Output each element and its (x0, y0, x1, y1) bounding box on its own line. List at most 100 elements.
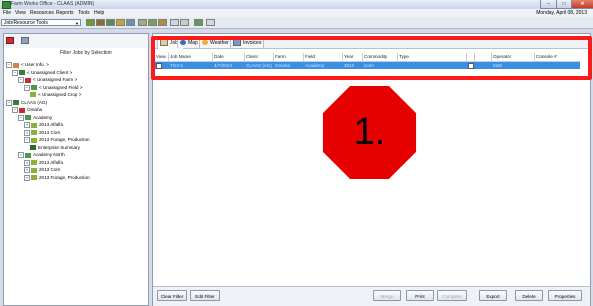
menu-tools[interactable]: Tools (78, 10, 90, 16)
menu-help[interactable]: Help (94, 10, 104, 16)
window-title: Farm Works Office - CLAAS (ADMIN) (11, 1, 95, 7)
tree-node-label: Academy North (33, 152, 65, 158)
tree-node[interactable]: − < Unassigned Field > (24, 84, 83, 91)
tree-node[interactable]: − Omaha (12, 107, 42, 113)
tree-node[interactable]: +2013 Forage, Production (24, 174, 90, 181)
tree-node[interactable]: +2013 Alfalfa (24, 159, 63, 166)
client-icon (13, 100, 19, 105)
expand-icon[interactable]: + (24, 122, 30, 128)
equipment-icon[interactable] (96, 19, 105, 26)
import-icon[interactable] (158, 19, 167, 26)
chart-icon[interactable] (180, 19, 189, 26)
clear-filter-button[interactable]: Clear Filter (157, 290, 187, 301)
merge-button[interactable]: Merge (373, 290, 401, 301)
date-label: Monday, April 08, 2013 (536, 10, 587, 16)
field-icon (25, 152, 31, 158)
tree-node[interactable]: − Academy (18, 114, 53, 121)
collapse-icon[interactable]: − (12, 69, 18, 76)
menu-resources[interactable]: Resources (30, 10, 54, 16)
tree-node-label: CLAAS (AG) (21, 99, 48, 105)
tree-node-label: 2013 Forage, Production (39, 137, 90, 143)
field-icon (25, 115, 31, 120)
maximize-button[interactable]: □ (556, 0, 572, 9)
summary-icon (30, 144, 36, 150)
farm-icon (25, 77, 31, 83)
flag-icon[interactable] (6, 37, 14, 44)
tree-node[interactable]: − Academy North (18, 152, 65, 158)
edit-filter-button[interactable]: Edit Filter (190, 290, 220, 301)
tree-node-label: 2013 Alfalfa (39, 122, 64, 128)
tree-node-label: < Unassigned Field > (39, 84, 83, 90)
expand-icon[interactable]: + (24, 159, 30, 166)
job-tool-icon[interactable] (138, 19, 147, 26)
tree-node[interactable]: − 2013 Forage, Production (24, 137, 90, 143)
tree-node-label: < Unassigned Farm > (33, 77, 78, 83)
menu-file[interactable]: File (3, 10, 11, 16)
expand-icon[interactable]: + (24, 174, 30, 181)
collapse-icon[interactable]: − (12, 107, 18, 113)
tools-dropdown-value: Job/Resource Tools (4, 20, 48, 26)
close-button[interactable]: ✕ (571, 0, 593, 9)
complete-button[interactable]: Complete (437, 290, 467, 301)
crop-icon (31, 175, 37, 180)
crop-icon (31, 137, 37, 143)
tree-node-label: < User Info. > (21, 62, 49, 68)
collapse-icon[interactable]: − (18, 114, 24, 121)
farm-icon (19, 107, 25, 113)
tree-node-label: Omaha (27, 107, 43, 113)
tree-node[interactable]: < Unassigned Crop > (30, 92, 82, 98)
collapse-icon[interactable]: − (6, 99, 12, 106)
tractor-icon[interactable] (86, 19, 95, 26)
left-pane-toolbar (4, 34, 148, 48)
tree-node-label: Enterprise Summary (38, 144, 80, 150)
tree-node[interactable]: Enterprise Summary (30, 145, 80, 150)
close-icon: ✕ (580, 1, 585, 7)
crop-icon (31, 167, 37, 173)
sync-icon[interactable] (194, 19, 203, 26)
expand-icon[interactable]: + (24, 167, 30, 173)
tools-dropdown[interactable]: Job/Resource Tools ▼ (1, 19, 81, 26)
user-info-icon (13, 62, 19, 68)
tree-view-icon[interactable] (21, 37, 29, 44)
delete-button[interactable]: Delete (515, 290, 543, 301)
tree-node[interactable]: − < Unassigned Farm > (18, 77, 77, 83)
expand-icon[interactable]: + (24, 129, 30, 136)
tree-node[interactable]: +2013 Alfalfa (24, 122, 63, 128)
minimize-icon: – (547, 1, 550, 7)
settings-icon[interactable] (206, 19, 215, 26)
tree-node-label: Academy (33, 114, 53, 120)
tree-node[interactable]: − < Unassigned Client > (12, 69, 73, 76)
operator-icon[interactable] (126, 19, 135, 26)
tree-node[interactable]: − < User Info. > (6, 62, 49, 68)
client-icon (19, 70, 25, 75)
export-button[interactable]: Export (479, 290, 507, 301)
report-icon[interactable] (170, 19, 179, 26)
menu-bar: File View Resources Reports Tools Help M… (0, 9, 593, 17)
collapse-icon[interactable]: − (18, 152, 24, 158)
minimize-button[interactable]: – (540, 0, 557, 9)
crop-icon (31, 160, 37, 165)
field-icon (31, 85, 37, 90)
app-icon (2, 1, 11, 9)
tree-node-label: 2013 Corn (39, 167, 61, 173)
properties-button[interactable]: Properties (548, 290, 582, 301)
collapse-icon[interactable]: − (6, 62, 12, 68)
crop-icon (30, 92, 36, 98)
tree-node[interactable]: +2013 Corn (24, 129, 60, 136)
collapse-icon[interactable]: − (24, 84, 30, 91)
new-job-icon[interactable] (148, 19, 157, 26)
print-button[interactable]: Print (406, 290, 434, 301)
product-icon[interactable] (116, 19, 125, 26)
menu-reports[interactable]: Reports (56, 10, 74, 16)
menu-view[interactable]: View (15, 10, 26, 16)
tree-node[interactable]: − CLAAS (AG) (6, 99, 48, 106)
collapse-icon[interactable]: − (24, 137, 30, 143)
chevron-down-icon: ▼ (75, 21, 79, 26)
collapse-icon[interactable]: − (18, 77, 24, 83)
step-label: 1. (353, 111, 386, 153)
tree-node-label: < Unassigned Client > (27, 69, 73, 75)
maximize-icon: □ (562, 1, 566, 7)
tree-node-label: < Unassigned Crop > (38, 92, 82, 97)
field-tool-icon[interactable] (106, 19, 115, 26)
tree-node[interactable]: +2013 Corn (24, 167, 60, 173)
